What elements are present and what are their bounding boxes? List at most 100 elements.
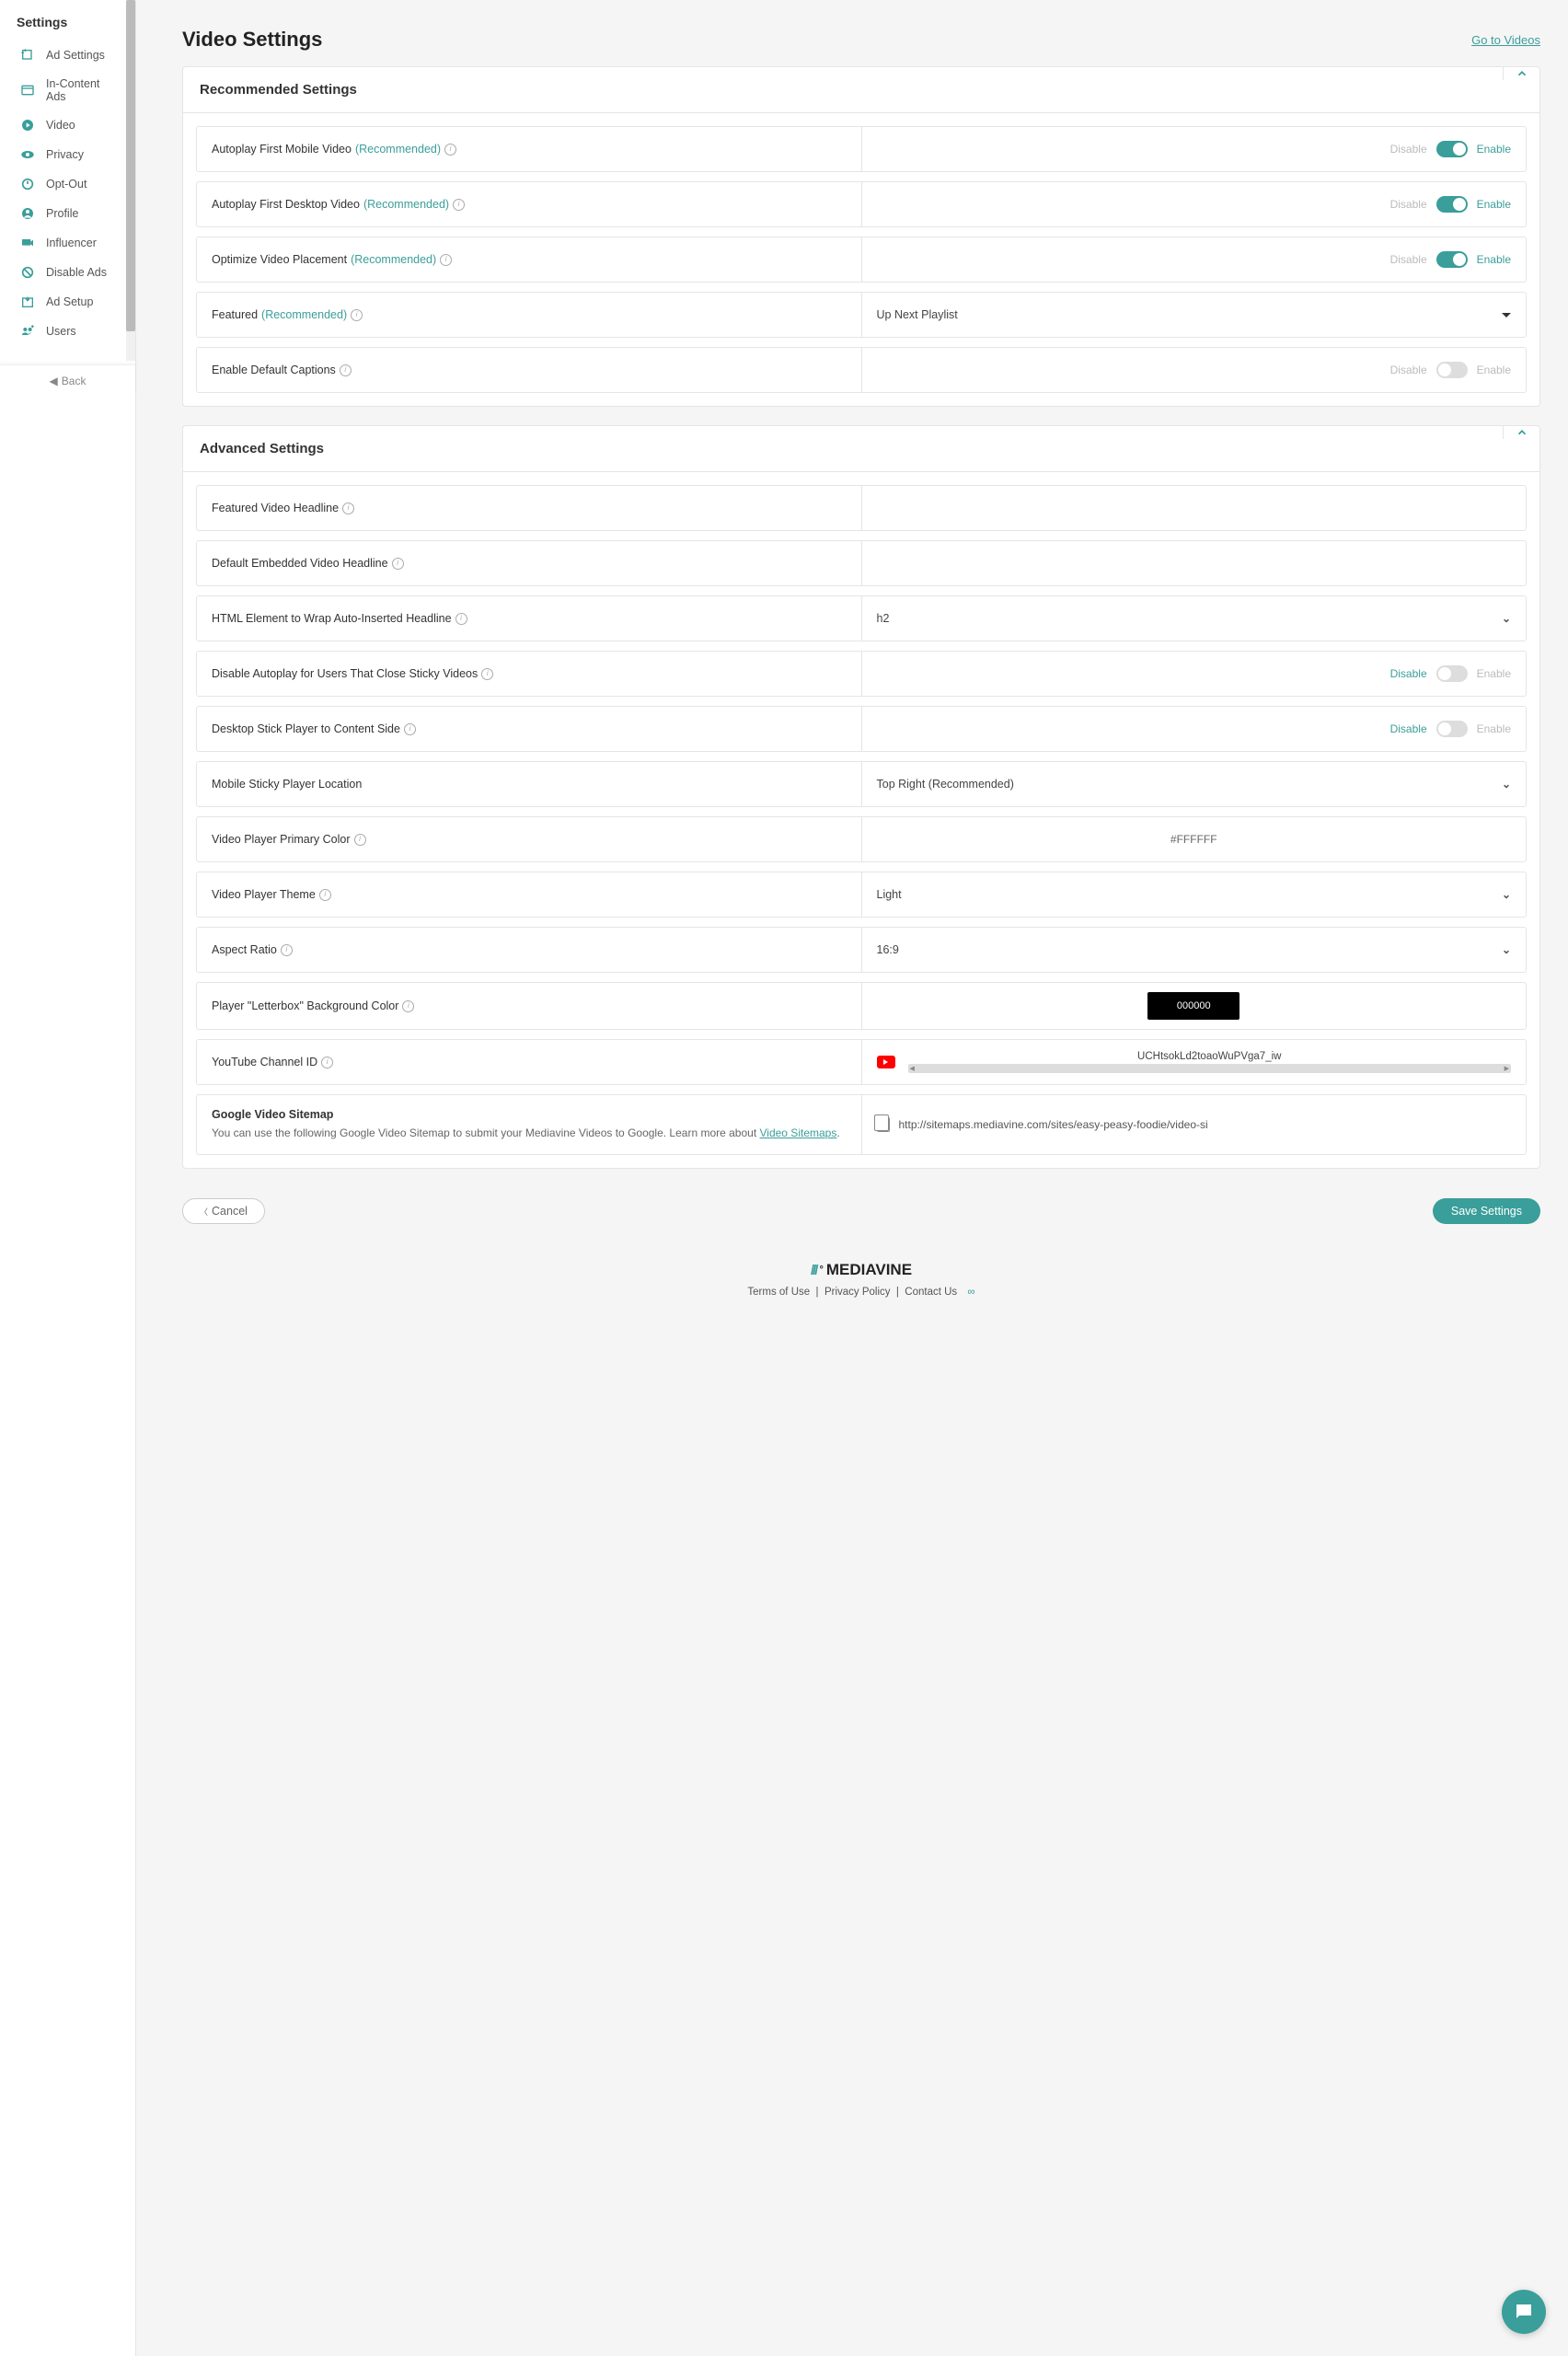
mobile-sticky-location-select[interactable]: Top Right (Recommended)⌄ <box>877 778 1512 791</box>
info-icon[interactable]: i <box>453 199 465 211</box>
sidebar-item-label: Ad Setup <box>46 295 93 308</box>
chevron-down-icon: ⌄ <box>1502 943 1511 956</box>
sidebar-item-users[interactable]: Users <box>0 317 135 346</box>
featured-row: Featured (Recommended) i Up Next Playlis… <box>196 292 1527 338</box>
sidebar-item-label: Influencer <box>46 237 97 249</box>
info-icon[interactable]: i <box>402 1000 414 1012</box>
autoplay-mobile-toggle[interactable] <box>1436 141 1468 157</box>
sitemap-description: You can use the following Google Video S… <box>212 1125 847 1141</box>
ad-settings-icon <box>20 48 35 63</box>
sidebar-item-video[interactable]: Video <box>0 110 135 140</box>
optimize-placement-row: Optimize Video Placement (Recommended) i… <box>196 237 1527 283</box>
autoplay-mobile-row: Autoplay First Mobile Video (Recommended… <box>196 126 1527 172</box>
save-settings-button[interactable]: Save Settings <box>1433 1198 1540 1224</box>
default-embedded-headline-row: Default Embedded Video Headline i <box>196 540 1527 586</box>
info-icon[interactable]: i <box>354 834 366 846</box>
sidebar-item-in-content-ads[interactable]: In-Content Ads <box>0 70 135 110</box>
info-icon[interactable]: i <box>342 502 354 514</box>
collapse-advanced-button[interactable] <box>1503 426 1539 439</box>
sidebar-item-label: Ad Settings <box>46 49 105 62</box>
sidebar-item-ad-settings[interactable]: Ad Settings <box>0 40 135 70</box>
aspect-ratio-select[interactable]: 16:9⌄ <box>877 943 1512 956</box>
video-sitemaps-link[interactable]: Video Sitemaps <box>760 1126 837 1139</box>
youtube-scrollbar[interactable] <box>908 1064 1512 1073</box>
html-element-wrap-row: HTML Element to Wrap Auto-Inserted Headl… <box>196 595 1527 641</box>
info-icon[interactable]: i <box>321 1057 333 1068</box>
opt-out-icon <box>20 177 35 191</box>
infinity-icon: ∞ <box>967 1287 974 1298</box>
chat-support-button[interactable] <box>1502 2290 1546 2334</box>
privacy-icon <box>20 147 35 162</box>
sidebar-scrollbar[interactable] <box>126 0 135 361</box>
contact-link[interactable]: Contact Us <box>905 1287 957 1298</box>
info-icon[interactable]: i <box>404 723 416 735</box>
info-icon[interactable]: i <box>455 613 467 625</box>
sidebar-item-disable-ads[interactable]: Disable Ads <box>0 258 135 287</box>
youtube-channel-row: YouTube Channel ID i UCHtsokLd2toaoWuPVg… <box>196 1039 1527 1085</box>
default-captions-row: Enable Default Captions i DisableEnable <box>196 347 1527 393</box>
info-icon[interactable]: i <box>392 558 404 570</box>
copy-icon[interactable] <box>877 1117 890 1132</box>
sidebar-item-label: Profile <box>46 207 78 220</box>
disable-autoplay-close-row: Disable Autoplay for Users That Close St… <box>196 651 1527 697</box>
info-icon[interactable]: i <box>444 144 456 156</box>
sidebar-back-button[interactable]: ◀Back <box>0 364 135 397</box>
disable-autoplay-close-toggle[interactable] <box>1436 665 1468 682</box>
sitemap-url[interactable]: http://sitemaps.mediavine.com/sites/easy… <box>899 1118 1208 1131</box>
letterbox-color-input[interactable]: 000000 <box>1147 992 1239 1020</box>
aspect-ratio-row: Aspect Ratio i 16:9⌄ <box>196 927 1527 973</box>
sidebar-item-opt-out[interactable]: Opt-Out <box>0 169 135 199</box>
mobile-sticky-location-row: Mobile Sticky Player Location Top Right … <box>196 761 1527 807</box>
sidebar-item-profile[interactable]: Profile <box>0 199 135 228</box>
sitemap-row: Google Video Sitemap You can use the fol… <box>196 1094 1527 1155</box>
youtube-channel-id[interactable]: UCHtsokLd2toaoWuPVga7_iw <box>908 1051 1512 1062</box>
sidebar-item-ad-setup[interactable]: Ad Setup <box>0 287 135 317</box>
influencer-icon <box>20 236 35 250</box>
sitemap-title: Google Video Sitemap <box>212 1108 847 1121</box>
info-icon[interactable]: i <box>440 254 452 266</box>
default-captions-toggle[interactable] <box>1436 362 1468 378</box>
recommended-settings-card: Recommended Settings Autoplay First Mobi… <box>182 66 1540 407</box>
cancel-button[interactable]: 〈Cancel <box>182 1198 265 1224</box>
optimize-placement-toggle[interactable] <box>1436 251 1468 268</box>
html-element-select[interactable]: h2⌄ <box>877 612 1512 625</box>
sidebar-item-privacy[interactable]: Privacy <box>0 140 135 169</box>
footer: ///°MEDIAVINE Terms of Use | Privacy Pol… <box>182 1246 1540 1325</box>
sidebar-title: Settings <box>0 0 135 40</box>
featured-headline-row: Featured Video Headline i <box>196 485 1527 531</box>
collapse-recommended-button[interactable] <box>1503 67 1539 80</box>
chevron-left-icon: 〈 <box>200 1206 208 1218</box>
in-content-icon <box>20 83 35 98</box>
youtube-icon <box>877 1056 895 1068</box>
advanced-settings-card: Advanced Settings Featured Video Headlin… <box>182 425 1540 1169</box>
privacy-link[interactable]: Privacy Policy <box>824 1287 891 1298</box>
info-icon[interactable]: i <box>340 364 352 376</box>
sidebar-item-label: Users <box>46 325 76 338</box>
default-embedded-headline-input[interactable] <box>877 557 1512 570</box>
chevron-down-icon: ⌄ <box>1502 888 1511 901</box>
desktop-stick-content-row: Desktop Stick Player to Content Side i D… <box>196 706 1527 752</box>
desktop-stick-content-toggle[interactable] <box>1436 721 1468 737</box>
autoplay-desktop-toggle[interactable] <box>1436 196 1468 213</box>
advanced-settings-title: Advanced Settings <box>200 441 324 456</box>
disable-ads-icon <box>20 265 35 280</box>
users-icon <box>20 324 35 339</box>
main-content: Video Settings Go to Videos Recommended … <box>136 0 1568 2356</box>
primary-color-value[interactable]: #FFFFFF <box>1170 833 1217 846</box>
theme-select[interactable]: Light⌄ <box>877 888 1512 901</box>
featured-headline-input[interactable] <box>877 502 1512 514</box>
info-icon[interactable]: i <box>281 944 293 956</box>
info-icon[interactable]: i <box>351 309 363 321</box>
terms-link[interactable]: Terms of Use <box>747 1287 810 1298</box>
recommended-settings-title: Recommended Settings <box>200 82 357 98</box>
profile-icon <box>20 206 35 221</box>
go-to-videos-link[interactable]: Go to Videos <box>1471 33 1540 47</box>
featured-select[interactable]: Up Next Playlist <box>877 308 1512 321</box>
sidebar-item-label: Opt-Out <box>46 178 86 191</box>
info-icon[interactable]: i <box>481 668 493 680</box>
sidebar-item-influencer[interactable]: Influencer <box>0 228 135 258</box>
sidebar: Settings Ad Settings In-Content Ads Vide… <box>0 0 136 2356</box>
info-icon[interactable]: i <box>319 889 331 901</box>
ad-setup-icon <box>20 294 35 309</box>
chevron-down-icon: ⌄ <box>1502 778 1511 791</box>
